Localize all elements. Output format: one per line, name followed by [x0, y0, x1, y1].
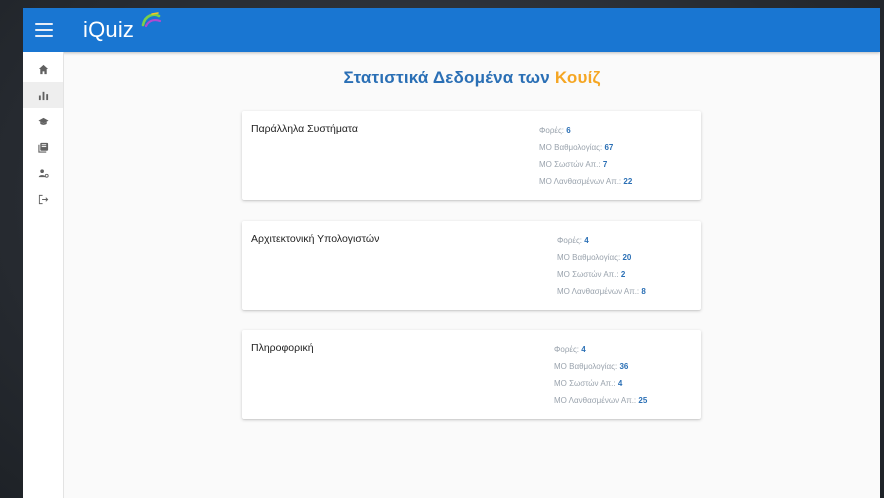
stat-value: 7 [602, 160, 608, 169]
quiz-stats-card[interactable]: Αρχιτεκτονική Υπολογιστών Φορές: 4 ΜΟ Βα… [242, 221, 701, 310]
stat-value: 22 [623, 177, 633, 186]
stat-value: 4 [584, 236, 589, 245]
stat-label: Φορές: [554, 345, 580, 354]
stat-times: Φορές: 4 [554, 341, 647, 358]
graduation-cap-icon [37, 117, 49, 125]
quiz-name: Παράλληλα Συστήματα [251, 123, 359, 135]
stat-label: ΜΟ Σωστών Απ.: [557, 270, 619, 279]
stat-avg-grade: ΜΟ Βαθμολογίας: 36 [554, 358, 647, 375]
stat-avg-correct: ΜΟ Σωστών Απ.: 4 [554, 375, 647, 392]
stat-avg-grade: ΜΟ Βαθμολογίας: 20 [557, 249, 646, 266]
app-window: iQuiz Στατιστικά Δεδομένα των Κουίζ Παρά… [23, 8, 880, 498]
stat-value: 8 [641, 287, 646, 296]
quiz-stats: Φορές: 4 ΜΟ Βαθμολογίας: 20 ΜΟ Σωστών Απ… [557, 232, 646, 300]
stat-value: 6 [566, 126, 571, 135]
menu-icon[interactable] [35, 23, 53, 37]
stat-value: 4 [617, 379, 623, 388]
sidebar-item-home[interactable] [23, 56, 63, 82]
library-books-icon [37, 142, 48, 153]
stat-label: ΜΟ Βαθμολογίας: [539, 143, 603, 152]
stat-avg-wrong: ΜΟ Λανθασμένων Απ.: 22 [539, 173, 632, 190]
stat-value: 2 [620, 270, 626, 279]
sidebar-item-profile[interactable] [23, 160, 63, 186]
page-title-accent: Κουίζ [554, 68, 601, 87]
quiz-stats: Φορές: 4 ΜΟ Βαθμολογίας: 36 ΜΟ Σωστών Απ… [554, 341, 647, 409]
stat-value: 25 [638, 396, 648, 405]
home-icon [38, 64, 48, 74]
app-logo[interactable]: iQuiz [83, 12, 162, 46]
presentation-background: iQuiz Στατιστικά Δεδομένα των Κουίζ Παρά… [0, 0, 884, 498]
bar-chart-icon [38, 91, 48, 100]
quiz-name: Πληροφορική [251, 342, 314, 354]
stat-avg-grade: ΜΟ Βαθμολογίας: 67 [539, 139, 632, 156]
stat-value: 36 [619, 362, 629, 371]
stat-label: ΜΟ Σωστών Απ.: [554, 379, 616, 388]
app-name: iQuiz [83, 17, 135, 42]
stat-label: ΜΟ Λανθασμένων Απ.: [557, 287, 640, 296]
stat-value: 20 [622, 253, 632, 262]
quiz-stats: Φορές: 6 ΜΟ Βαθμολογίας: 67 ΜΟ Σωστών Απ… [539, 122, 632, 190]
stat-avg-wrong: ΜΟ Λανθασμένων Απ.: 8 [557, 283, 646, 300]
stat-avg-correct: ΜΟ Σωστών Απ.: 7 [539, 156, 632, 173]
top-app-bar: iQuiz [23, 8, 880, 52]
stat-times: Φορές: 4 [557, 232, 646, 249]
stat-label: ΜΟ Βαθμολογίας: [557, 253, 621, 262]
stat-avg-correct: ΜΟ Σωστών Απ.: 2 [557, 266, 646, 283]
page-title: Στατιστικά Δεδομένα των Κουίζ [64, 68, 880, 88]
stat-value: 4 [581, 345, 586, 354]
sidebar-item-quizzes[interactable] [23, 134, 63, 160]
stat-label: Φορές: [557, 236, 583, 245]
stat-label: ΜΟ Σωστών Απ.: [539, 160, 601, 169]
logo-swirl-icon [141, 12, 162, 28]
person-settings-icon [38, 168, 49, 178]
stat-label: ΜΟ Λανθασμένων Απ.: [554, 396, 637, 405]
sidebar-item-courses[interactable] [23, 108, 63, 134]
quiz-stats-card[interactable]: Παράλληλα Συστήματα Φορές: 6 ΜΟ Βαθμολογ… [242, 111, 701, 200]
stat-label: Φορές: [539, 126, 565, 135]
sidebar-item-logout[interactable] [23, 186, 63, 212]
sidebar [23, 52, 64, 498]
stat-times: Φορές: 6 [539, 122, 632, 139]
stat-label: ΜΟ Βαθμολογίας: [554, 362, 618, 371]
logout-icon [38, 194, 48, 204]
quiz-stats-card[interactable]: Πληροφορική Φορές: 4 ΜΟ Βαθμολογίας: 36 … [242, 330, 701, 419]
quiz-name: Αρχιτεκτονική Υπολογιστών [251, 233, 380, 245]
stat-value: 67 [604, 143, 614, 152]
sidebar-item-statistics[interactable] [23, 82, 63, 108]
main-content: Στατιστικά Δεδομένα των Κουίζ Παράλληλα … [64, 52, 880, 498]
stat-avg-wrong: ΜΟ Λανθασμένων Απ.: 25 [554, 392, 647, 409]
stat-label: ΜΟ Λανθασμένων Απ.: [539, 177, 622, 186]
page-title-main: Στατιστικά Δεδομένα των [343, 68, 550, 87]
